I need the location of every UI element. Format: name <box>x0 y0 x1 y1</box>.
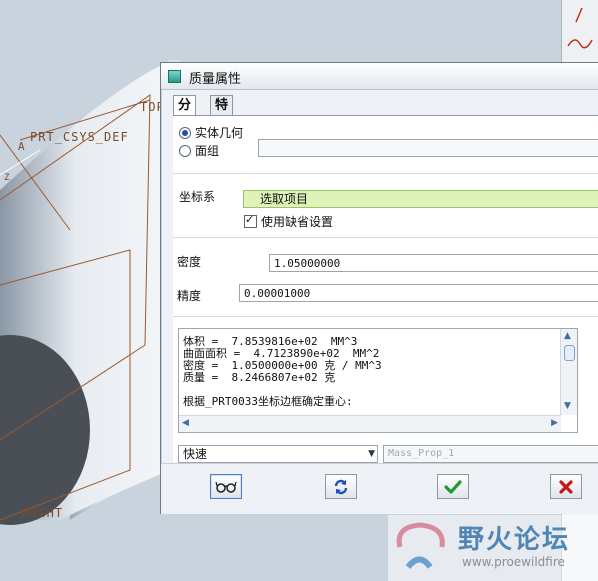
axis-z-label: Z <box>4 173 11 183</box>
accuracy-label: 精度 <box>177 289 202 303</box>
scroll-up-icon[interactable]: ▲ <box>564 331 571 341</box>
checkmark-icon <box>444 479 462 494</box>
forum-logo-icon <box>396 522 445 569</box>
solid-geometry-label: 实体几何 <box>195 126 244 140</box>
close-icon <box>559 479 573 494</box>
forum-watermark: 野火论坛 www.proewildfire <box>388 515 598 581</box>
scroll-thumb[interactable] <box>564 345 575 361</box>
csys-label: PRT_CSYS_DEF <box>30 130 129 144</box>
chevron-down-icon: ▼ <box>368 449 375 459</box>
dialog-app-icon <box>168 70 181 83</box>
repeat-button[interactable] <box>325 474 357 499</box>
results-vertical-scrollbar[interactable]: ▲ ▼ <box>560 329 577 415</box>
accuracy-field[interactable]: 0.00001000 <box>239 284 598 302</box>
density-label: 密度 <box>177 255 202 269</box>
use-default-checkbox[interactable] <box>244 213 257 228</box>
tab-feature[interactable]: 特征 <box>210 95 234 132</box>
quilt-label: 面组 <box>195 144 220 158</box>
feature-name-field[interactable]: Mass_Prop_1 <box>383 445 598 463</box>
dialog-title: 质量属性 <box>189 72 242 87</box>
scroll-right-icon[interactable]: ▶ <box>551 418 558 428</box>
density-field[interactable]: 1.05000000 <box>269 254 598 272</box>
watermark-title: 野火论坛 <box>458 525 571 555</box>
dialog-titlebar[interactable]: 质量属性 <box>161 63 598 90</box>
ok-button[interactable] <box>437 474 469 499</box>
quilt-select-field[interactable] <box>258 139 598 157</box>
tab-analysis[interactable]: 分析 <box>173 95 197 132</box>
dialog-footer <box>161 463 598 514</box>
mass-properties-dialog: 质量属性 分析 特征 实体几何 面组 坐标系 选取项目 使用缺省设置 密度 1.… <box>160 62 598 514</box>
mode-selected-value: 快速 <box>183 447 208 461</box>
result-note: 根据_PRT0033坐标边框确定重心: <box>183 395 353 408</box>
scroll-down-icon[interactable]: ▼ <box>564 401 571 411</box>
repeat-icon <box>334 479 348 494</box>
use-default-label: 使用缺省设置 <box>261 215 334 229</box>
glasses-icon <box>215 481 237 493</box>
preview-button[interactable] <box>210 474 242 499</box>
results-horizontal-scrollbar[interactable]: ◀ ▶ <box>179 415 561 432</box>
scroll-left-icon[interactable]: ◀ <box>182 418 189 428</box>
line-tool-icon <box>575 7 583 23</box>
solid-geometry-radio[interactable] <box>179 127 191 139</box>
watermark-url: www.proewildfire <box>462 555 565 569</box>
coordsys-collector[interactable]: 选取项目 <box>243 190 598 208</box>
axis-a-label: A <box>18 140 26 153</box>
spline-tool-icon <box>567 39 593 49</box>
cancel-button[interactable] <box>550 474 582 499</box>
result-mass: 质量 = 8.2466807e+02 克 <box>183 371 336 384</box>
coordsys-label: 坐标系 <box>179 190 216 204</box>
analysis-panel: 实体几何 面组 坐标系 选取项目 使用缺省设置 密度 1.05000000 精度… <box>173 116 598 496</box>
quilt-radio[interactable] <box>179 145 191 157</box>
mode-dropdown[interactable]: 快速 ▼ <box>178 445 378 463</box>
results-textarea[interactable]: 体积 = 7.8539816e+02 MM^3 曲面面积 = 4.7123890… <box>178 328 578 433</box>
right-plane-label: RIGHT <box>22 506 64 520</box>
